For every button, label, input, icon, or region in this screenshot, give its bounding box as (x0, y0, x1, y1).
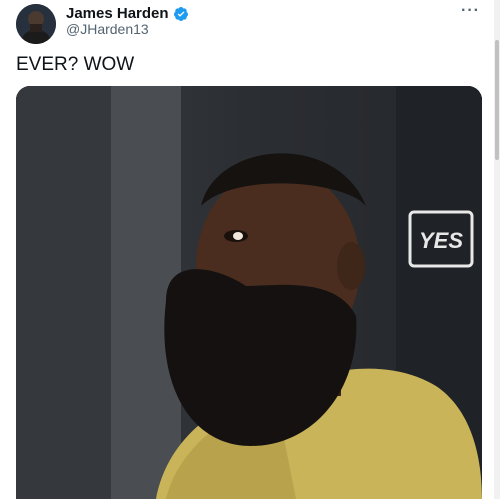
author-handle[interactable]: @JHarden13 (66, 21, 149, 38)
avatar[interactable] (16, 4, 56, 44)
tweet-media[interactable]: YES (16, 86, 482, 499)
watermark-logo: YES (419, 228, 463, 253)
tweet-text: EVER? WOW (16, 54, 135, 75)
scrollbar[interactable] (494, 0, 500, 499)
tweet: James Harden @JHarden13 ··· EVER? WOW YE… (0, 0, 500, 499)
verified-badge-icon (173, 6, 189, 22)
more-options-icon[interactable]: ··· (461, 2, 480, 20)
scrollbar-thumb[interactable] (495, 40, 499, 160)
